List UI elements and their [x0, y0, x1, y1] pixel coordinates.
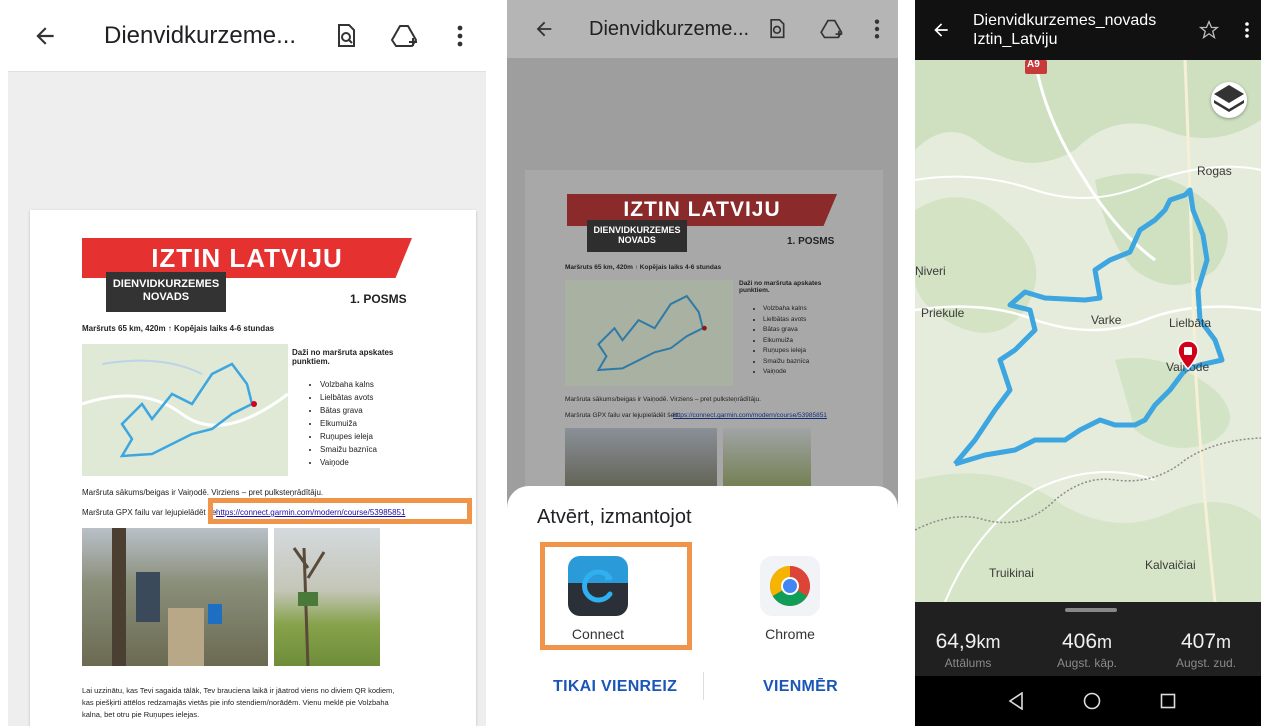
place-label: Varkе: [1091, 313, 1122, 327]
document-title: Dienvidkurzeme...: [104, 21, 297, 49]
highlight-box: [540, 542, 692, 650]
doc-points-heading: Daži no maršruta apskates punktiem.: [739, 280, 822, 294]
doc-points-list: Volzbaha kalns Lielbātas avots Bātas gra…: [751, 304, 809, 378]
course-stats: 64,9km Attālums 406m Augst. kāp. 407m Au…: [915, 602, 1261, 676]
stat-value: 407: [1180, 630, 1217, 653]
back-arrow-icon[interactable]: [20, 11, 70, 61]
doc-footer-2: kas piešķirti attēlos redzamajās vietās …: [82, 698, 389, 707]
app-bar: Dienvidkurzemes_novads Iztin_Latviju: [915, 0, 1261, 60]
stat-value: 64,9: [935, 630, 977, 653]
layers-icon[interactable]: [1211, 82, 1247, 118]
list-item: Smaižu baznīca: [320, 443, 377, 456]
stat-descent: 407m Augst. zud.: [1151, 630, 1261, 670]
course-map[interactable]: A9 Rogas Ņiveri Priekule Varkе Lielbāta …: [915, 59, 1261, 602]
nav-home-icon[interactable]: [1079, 688, 1105, 714]
doc-footer-1: Lai uzzinātu, kas Tevi sagaida tālāk, Te…: [82, 686, 395, 695]
course-title-line2: Iztin_Latviju: [973, 31, 1058, 48]
app-bar-dimmed: Dienvidkurzeme...: [507, 0, 898, 58]
doc-gpx-text: Maršruta GPX failu var lejupielādēt še: [82, 508, 217, 517]
find-in-page-icon[interactable]: [757, 0, 797, 58]
garmin-course-panel: Dienvidkurzemes_novads Iztin_Latviju A9 …: [915, 0, 1261, 726]
app-option-chrome[interactable]: Chrome: [735, 546, 845, 656]
system-nav-bar: [915, 676, 1261, 726]
road-label: A9: [1027, 59, 1040, 70]
highlight-box: [208, 498, 472, 524]
drag-handle[interactable]: [1065, 608, 1117, 612]
list-item: Smaižu baznīca: [763, 357, 809, 368]
open-with-sheet: Atvērt, izmantojot Connect Chrome TIKAI …: [507, 486, 898, 726]
sheet-title: Atvērt, izmantojot: [537, 506, 692, 528]
doc-start-text: Maršruta sākums/beigas ir Vaiņodē. Virzi…: [565, 396, 761, 403]
document-title: Dienvidkurzeme...: [589, 17, 750, 40]
stat-label: Augst. kāp.: [1056, 656, 1118, 670]
stat-value: 406: [1061, 630, 1098, 653]
course-title-line1: Dienvidkurzemes_novads: [973, 11, 1157, 29]
doc-photo-trail: [82, 528, 268, 666]
course-title: Dienvidkurzemes_novads Iztin_Latviju: [973, 11, 1156, 49]
doc-route-summary: Maršruts 65 km, 420m ↑ Kopējais laiks 4-…: [565, 264, 722, 271]
list-item: Volzbaha kalns: [320, 378, 377, 391]
nav-recents-icon[interactable]: [1155, 688, 1181, 714]
divider: [703, 672, 704, 700]
more-vert-icon[interactable]: [1227, 0, 1261, 60]
list-item: Lielbātas avots: [763, 315, 809, 326]
doc-route-summary: Maršruts 65 km, 420m ↑ Kopējais laiks 4-…: [82, 324, 275, 333]
stat-label: Augst. zud.: [1175, 656, 1237, 670]
list-item: Volzbaha kalns: [763, 304, 809, 315]
just-once-button[interactable]: TIKAI VIENREIZ: [553, 678, 677, 696]
stat-unit: km: [976, 632, 1001, 652]
doc-subbanner: DIENVIDKURZEMES NOVADS: [106, 272, 226, 312]
gpx-link[interactable]: https://connect.garmin.com/modern/course…: [673, 412, 827, 419]
doc-gpx-text: Maršruta GPX failu var lejupielādēt šeit…: [565, 412, 680, 419]
app-label: Chrome: [765, 626, 815, 642]
list-item: Bātas grava: [763, 325, 809, 336]
doc-route-map: [82, 344, 288, 476]
find-in-page-icon[interactable]: [326, 0, 366, 71]
pdf-viewer-panel: Dienvidkurzeme... IZTIN LATVIJU DIENVIDK…: [8, 0, 486, 726]
place-label: Priekule: [921, 306, 965, 320]
list-item: Elkumuiža: [763, 336, 809, 347]
stat-unit: m: [1216, 632, 1232, 652]
list-item: Vaiņode: [763, 367, 809, 378]
pdf-page-dimmed: IZTIN LATVIJU DIENVIDKURZEMES NOVADS 1. …: [525, 170, 883, 500]
doc-footer-3: kalna, bet otru pie Ruņupes ielejas.: [82, 710, 200, 719]
doc-route-map: [565, 280, 733, 386]
location-pin-icon[interactable]: [1177, 340, 1199, 370]
more-vert-icon[interactable]: [440, 0, 480, 71]
doc-points-heading: Daži no maršruta apskates punktiem.: [292, 348, 394, 366]
doc-photo-field: [274, 528, 380, 666]
back-arrow-icon[interactable]: [519, 4, 569, 54]
stat-unit: m: [1097, 632, 1113, 652]
add-to-drive-icon[interactable]: [386, 0, 426, 71]
open-with-panel: Dienvidkurzeme... IZTIN LATVIJU DIENVIDK…: [507, 0, 898, 726]
stat-ascent: 406m Augst. kāp.: [1032, 630, 1142, 670]
list-item: Vaiņode: [320, 456, 377, 469]
place-label: Rogas: [1197, 164, 1232, 178]
list-item: Elkumuiža: [320, 417, 377, 430]
list-item: Ruņupes ieleja: [320, 430, 377, 443]
list-item: Bātas grava: [320, 404, 377, 417]
list-item: Ruņupes ieleja: [763, 346, 809, 357]
place-label: Kalvaičiai: [1145, 558, 1196, 572]
add-to-drive-icon[interactable]: [813, 0, 853, 58]
doc-subbanner: DIENVIDKURZEMES NOVADS: [587, 220, 687, 252]
place-label: Truikinai: [989, 566, 1034, 580]
nav-back-icon[interactable]: [1003, 688, 1029, 714]
place-label: Lielbāta: [1169, 316, 1212, 330]
app-bar: Dienvidkurzeme...: [8, 0, 486, 72]
star-icon[interactable]: [1189, 0, 1229, 60]
always-button[interactable]: VIENMĒR: [763, 678, 838, 696]
stat-distance: 64,9km Attālums: [915, 630, 1023, 670]
pdf-page: IZTIN LATVIJU DIENVIDKURZEMES NOVADS 1. …: [30, 210, 476, 726]
back-arrow-icon[interactable]: [919, 5, 963, 55]
doc-posms: 1. POSMS: [787, 236, 835, 247]
list-item: Lielbātas avots: [320, 391, 377, 404]
doc-start-text: Maršruta sākums/beigas ir Vaiņodē. Virzi…: [82, 488, 324, 497]
stat-label: Attālums: [944, 656, 992, 670]
doc-points-list: Volzbaha kalns Lielbātas avots Bātas gra…: [308, 378, 377, 469]
doc-posms: 1. POSMS: [350, 292, 407, 306]
place-label: Ņiveri: [915, 264, 946, 278]
more-vert-icon[interactable]: [857, 0, 897, 58]
chrome-icon: [760, 556, 820, 616]
